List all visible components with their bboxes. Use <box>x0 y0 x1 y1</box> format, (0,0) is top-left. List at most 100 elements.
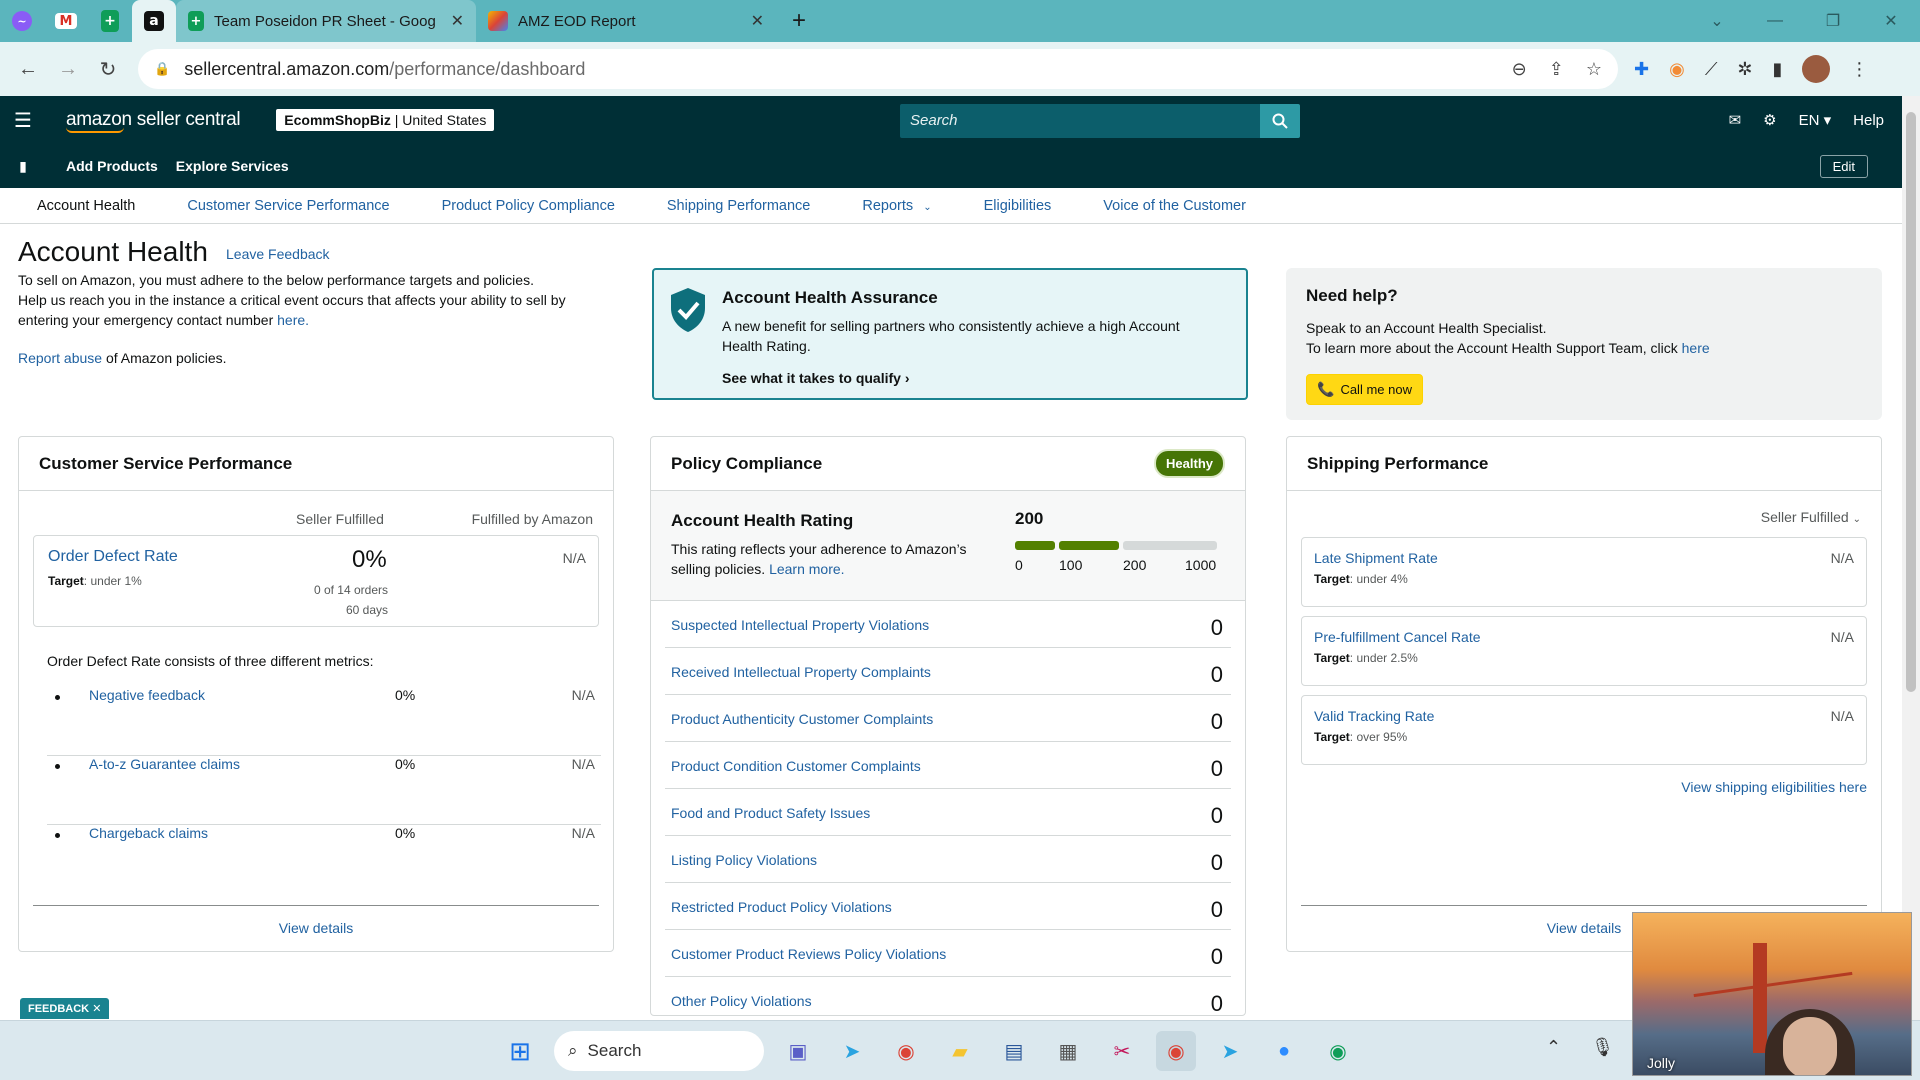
chrome-icon[interactable]: ◉ <box>1318 1031 1358 1071</box>
store-selector[interactable]: EcommShopBiz | United States <box>276 109 495 131</box>
tab-account-health[interactable]: Account Health <box>37 198 135 214</box>
zoom-icon[interactable]: ● <box>1264 1031 1304 1071</box>
tab-shipping-performance[interactable]: Shipping Performance <box>667 198 810 214</box>
chrome-icon[interactable]: ◉ <box>886 1031 926 1071</box>
brand-logo[interactable]: amazon seller central <box>66 109 241 133</box>
pre-fulfillment-cancel-link[interactable]: Pre-fulfillment Cancel Rate <box>1314 629 1481 645</box>
tab-voice-of-customer[interactable]: Voice of the Customer <box>1103 198 1246 214</box>
puzzle-icon[interactable]: ✲ <box>1737 59 1752 80</box>
taskbar-search[interactable]: ⌕ Search <box>554 1031 764 1071</box>
browser-tab[interactable]: + Team Poseidon PR Sheet - Goog ✕ <box>176 0 476 42</box>
hamburger-menu-icon[interactable]: ☰ <box>0 108 46 133</box>
violation-link[interactable]: Restricted Product Policy Violations <box>671 899 892 915</box>
close-icon[interactable]: ✕ <box>92 1003 101 1015</box>
odr-target: Target: under 1% <box>48 574 142 588</box>
address-bar[interactable]: 🔒 sellercentral.amazon.com/performance/d… <box>138 49 1618 89</box>
notes-icon[interactable]: ▤ <box>994 1031 1034 1071</box>
forward-icon[interactable]: → <box>48 58 88 81</box>
snipping-tool-icon[interactable]: ✂ <box>1102 1031 1142 1071</box>
reload-icon[interactable]: ↻ <box>88 57 128 82</box>
browser-tab[interactable]: AMZ EOD Report ✕ <box>476 0 776 42</box>
calculator-icon[interactable]: ▦ <box>1048 1031 1088 1071</box>
valid-tracking-rate-link[interactable]: Valid Tracking Rate <box>1314 708 1434 724</box>
extension-icon[interactable]: ⟋ <box>1705 59 1718 80</box>
bookmark-icon[interactable]: ▮ <box>0 158 46 175</box>
violation-link[interactable]: Listing Policy Violations <box>671 852 817 868</box>
close-tab-icon[interactable]: ✕ <box>451 11 464 31</box>
back-icon[interactable]: ← <box>8 58 48 81</box>
violation-link[interactable]: Received Intellectual Property Complaint… <box>671 664 931 680</box>
leave-feedback-link[interactable]: Leave Feedback <box>226 246 330 262</box>
chrome-icon[interactable]: ◉ <box>1156 1031 1196 1071</box>
telegram-icon[interactable]: ➤ <box>1210 1031 1250 1071</box>
language-selector[interactable]: EN ▾ <box>1799 111 1832 129</box>
violation-link[interactable]: Product Authenticity Customer Complaints <box>671 711 933 727</box>
help-link[interactable]: Help <box>1853 112 1884 129</box>
rating-bar-segment <box>1123 541 1217 550</box>
file-explorer-icon[interactable]: ▰ <box>940 1031 980 1071</box>
search-input[interactable]: Search <box>900 104 1260 138</box>
share-icon[interactable]: ⇪ <box>1549 59 1564 80</box>
mail-icon[interactable]: ✉ <box>1729 111 1742 129</box>
violation-link[interactable]: Food and Product Safety Issues <box>671 805 870 821</box>
new-tab-icon[interactable]: + <box>792 7 806 35</box>
chevron-up-icon[interactable]: ⌃ <box>1546 1037 1561 1058</box>
chargeback-claims-link[interactable]: Chargeback claims <box>89 825 208 841</box>
explore-services-link[interactable]: Explore Services <box>176 158 289 174</box>
violation-link[interactable]: Customer Product Reviews Policy Violatio… <box>671 946 946 962</box>
video-call-preview[interactable]: Jolly <box>1632 912 1912 1076</box>
violation-link[interactable]: Suspected Intellectual Property Violatio… <box>671 617 929 633</box>
search-button[interactable] <box>1260 104 1300 138</box>
video-call-icon[interactable]: ▣ <box>778 1031 818 1071</box>
learn-more-link[interactable]: Learn more. <box>769 561 844 577</box>
call-me-now-button[interactable]: 📞 Call me now <box>1306 374 1423 405</box>
profile-avatar[interactable] <box>1802 55 1831 83</box>
pinned-tab-messenger[interactable]: ~ <box>0 0 44 42</box>
pinned-tab-amazon[interactable]: a <box>132 0 176 42</box>
violation-link[interactable]: Product Condition Customer Complaints <box>671 758 921 774</box>
extension-icon[interactable]: ✚ <box>1634 59 1649 80</box>
atoz-claims-link[interactable]: A-to-z Guarantee claims <box>89 756 240 772</box>
report-abuse-link[interactable]: Report abuse <box>18 350 102 366</box>
support-team-link[interactable]: here <box>1682 340 1710 356</box>
pinned-tab-gmail[interactable]: M <box>44 0 88 42</box>
tab-reports[interactable]: Reports ⌄ <box>862 198 931 214</box>
close-tab-icon[interactable]: ✕ <box>751 11 764 31</box>
menu-kebab-icon[interactable]: ⋮ <box>1850 59 1868 80</box>
order-defect-rate-link[interactable]: Order Defect Rate <box>48 548 178 566</box>
fulfillment-filter[interactable]: Seller Fulfilled ⌄ <box>1761 509 1861 525</box>
amazon-icon: a <box>144 11 164 31</box>
tab-product-policy-compliance[interactable]: Product Policy Compliance <box>442 198 615 214</box>
feedback-tab[interactable]: FEEDBACK ✕ <box>20 998 110 1019</box>
gear-icon[interactable]: ⚙ <box>1763 111 1776 129</box>
violation-count: 0 <box>1210 709 1223 734</box>
tab-eligibilities[interactable]: Eligibilities <box>984 198 1052 214</box>
pinned-tab-sheets[interactable]: + <box>88 0 132 42</box>
view-details-link[interactable]: View details <box>1547 920 1621 936</box>
telegram-icon[interactable]: ➤ <box>832 1031 872 1071</box>
bookmark-star-icon[interactable]: ☆ <box>1586 59 1602 80</box>
shipping-eligibilities-link[interactable]: View shipping eligibilities here <box>1681 779 1867 795</box>
qualify-link[interactable]: See what it takes to qualify › <box>722 370 910 386</box>
add-products-link[interactable]: Add Products <box>66 158 158 174</box>
microphone-icon[interactable]: 🎙 <box>1591 1037 1614 1058</box>
tab-customer-service-performance[interactable]: Customer Service Performance <box>187 198 389 214</box>
tab-search-icon[interactable]: ⌄ <box>1688 11 1746 31</box>
restore-icon[interactable]: ❐ <box>1804 11 1862 31</box>
negative-feedback-link[interactable]: Negative feedback <box>89 687 205 703</box>
side-panel-icon[interactable]: ▮ <box>1773 59 1783 80</box>
page-scrollbar[interactable] <box>1902 96 1920 1020</box>
windows-start-icon[interactable]: ⊞ <box>500 1031 540 1071</box>
scrollbar-thumb[interactable] <box>1906 112 1916 692</box>
status-badge: Healthy <box>1154 449 1225 478</box>
late-shipment-rate-link[interactable]: Late Shipment Rate <box>1314 550 1438 566</box>
extension-icon[interactable]: ◉ <box>1669 59 1685 80</box>
edit-button[interactable]: Edit <box>1819 155 1868 178</box>
metric-percent: 0% <box>395 825 416 841</box>
minimize-icon[interactable]: — <box>1746 12 1804 30</box>
emergency-contact-link[interactable]: here. <box>277 312 309 328</box>
close-window-icon[interactable]: ✕ <box>1862 11 1920 31</box>
view-details-link[interactable]: View details <box>279 920 353 936</box>
violation-link[interactable]: Other Policy Violations <box>671 993 812 1009</box>
zoom-icon[interactable]: ⊖ <box>1512 59 1527 80</box>
